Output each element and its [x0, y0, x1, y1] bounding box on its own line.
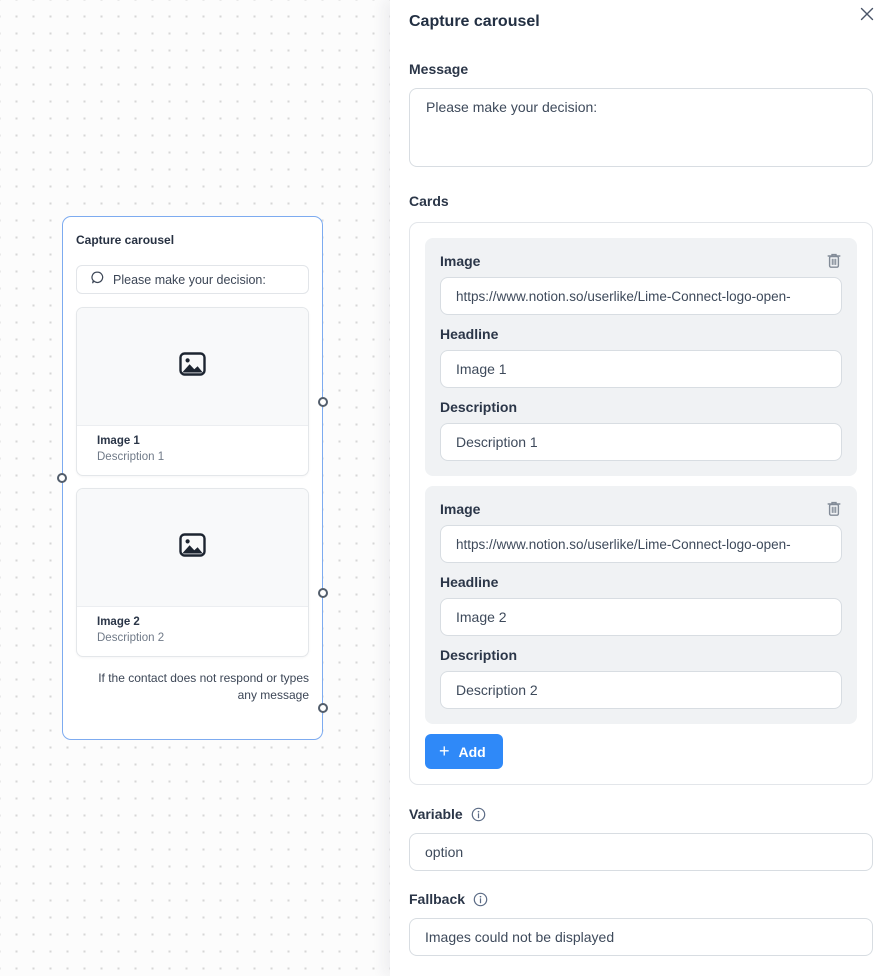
variable-label-row: Variable [409, 806, 873, 822]
output-handle-card-1[interactable] [318, 397, 328, 407]
panel-title: Capture carousel [409, 13, 873, 31]
trash-icon [826, 257, 842, 272]
card-image-area [77, 308, 308, 426]
card-description: Description 1 [97, 451, 296, 463]
plus-icon: + [439, 742, 450, 760]
headline-label: Headline [440, 326, 842, 342]
output-handle-card-2[interactable] [318, 588, 328, 598]
speech-bubble-icon [90, 270, 105, 290]
message-textarea[interactable]: Please make your decision: [409, 88, 873, 167]
cards-container: Image Headline Description Image [409, 222, 873, 785]
image-placeholder-icon [179, 352, 206, 381]
variable-label: Variable [409, 806, 463, 822]
fallback-input[interactable] [409, 918, 873, 956]
input-handle[interactable] [57, 473, 67, 483]
image-url-input[interactable] [440, 277, 842, 315]
info-icon[interactable] [471, 807, 486, 822]
card-headline: Image 1 [97, 435, 296, 447]
fallback-label: Fallback [409, 891, 465, 907]
output-handle-fallback[interactable] [318, 703, 328, 713]
card-description: Description 2 [97, 632, 296, 644]
node-message-preview: Please make your decision: [76, 265, 309, 294]
node-message-text: Please make your decision: [113, 273, 266, 287]
description-label: Description [440, 647, 842, 663]
node-title: Capture carousel [76, 233, 309, 247]
card-text-area: Image 1 Description 1 [77, 426, 308, 475]
description-input[interactable] [440, 423, 842, 461]
image-label: Image [440, 501, 480, 517]
image-url-input[interactable] [440, 525, 842, 563]
fallback-label-row: Fallback [409, 891, 873, 907]
image-label: Image [440, 253, 480, 269]
delete-card-button[interactable] [826, 252, 842, 269]
delete-card-button[interactable] [826, 500, 842, 517]
capture-carousel-settings-panel: Capture carousel Message Please make you… [390, 0, 881, 976]
close-icon [859, 6, 875, 25]
flow-canvas[interactable]: Capture carousel Please make your decisi… [0, 0, 390, 976]
add-button-label: Add [459, 744, 486, 760]
card-image-area [77, 489, 308, 607]
capture-carousel-node[interactable]: Capture carousel Please make your decisi… [62, 216, 323, 740]
info-icon[interactable] [473, 892, 488, 907]
card-editor-1: Image Headline Description [425, 238, 857, 476]
variable-input[interactable] [409, 833, 873, 871]
node-fallback-note: If the contact does not respond or types… [77, 670, 309, 705]
description-label: Description [440, 399, 842, 415]
carousel-card-preview: Image 2 Description 2 [76, 488, 309, 657]
headline-input[interactable] [440, 350, 842, 388]
headline-label: Headline [440, 574, 842, 590]
card-text-area: Image 2 Description 2 [77, 607, 308, 656]
add-card-button[interactable]: + Add [425, 734, 503, 769]
card-headline: Image 2 [97, 616, 296, 628]
close-panel-button[interactable] [855, 3, 879, 27]
carousel-card-preview: Image 1 Description 1 [76, 307, 309, 476]
description-input[interactable] [440, 671, 842, 709]
headline-input[interactable] [440, 598, 842, 636]
cards-label: Cards [409, 193, 873, 209]
image-placeholder-icon [179, 533, 206, 562]
message-label: Message [409, 61, 873, 77]
trash-icon [826, 505, 842, 520]
card-editor-2: Image Headline Description [425, 486, 857, 724]
